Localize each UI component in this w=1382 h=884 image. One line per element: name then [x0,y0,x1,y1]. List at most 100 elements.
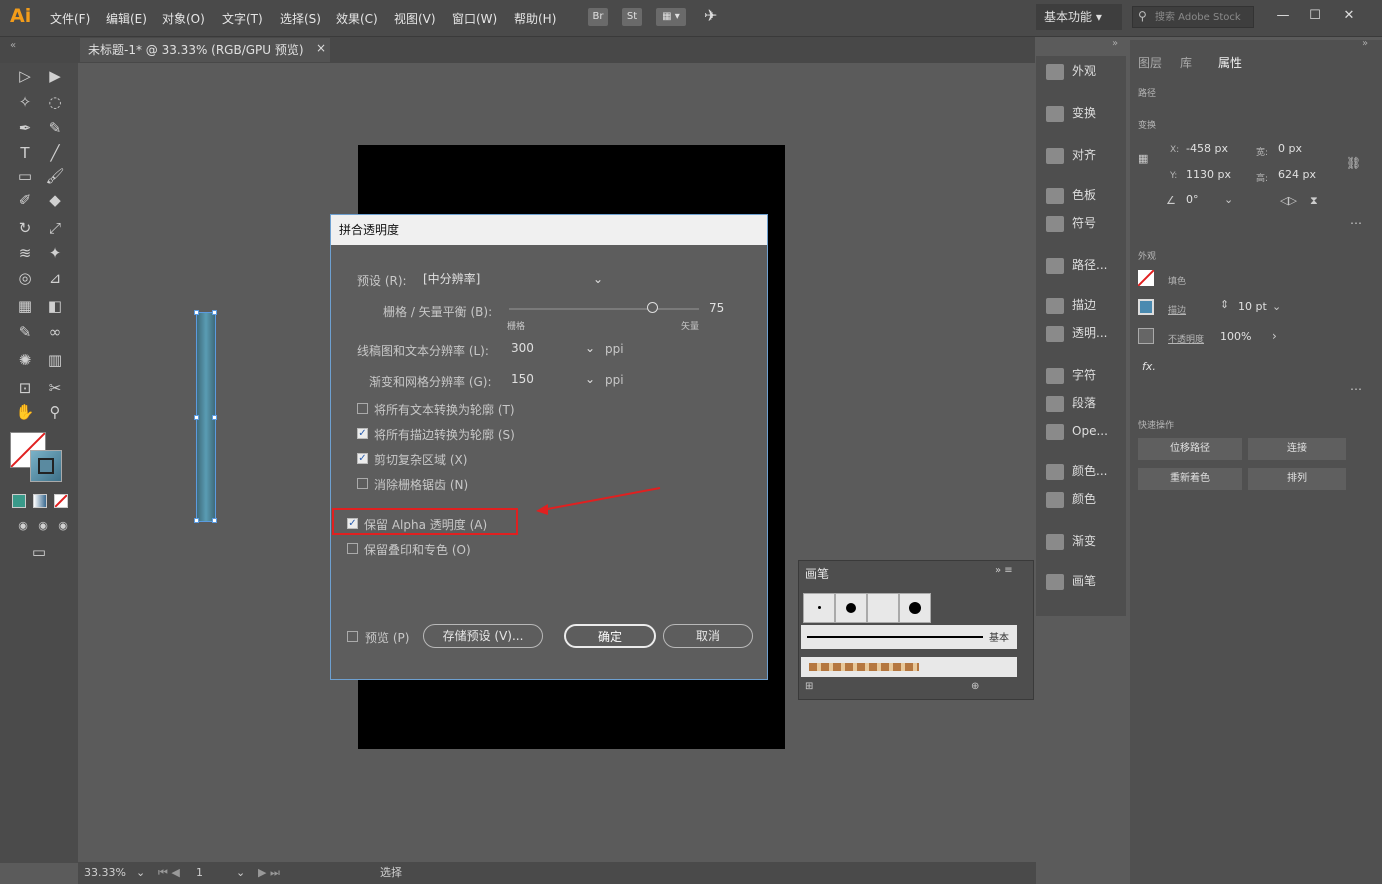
convert-text-outlines-checkbox[interactable] [357,403,368,414]
zoom-level[interactable]: 33.33% [84,862,126,884]
bridge-icon[interactable]: Br [588,8,608,26]
join-button[interactable]: 连接 [1248,438,1346,460]
artboard-nav-next-icon[interactable]: ▶ ⏭ [258,862,280,884]
tab-libraries[interactable]: 库 [1180,54,1192,71]
flip-horizontal-icon[interactable]: ◁▷ [1280,194,1297,207]
shaper-tool-icon[interactable]: ✐ [14,190,36,210]
brush-library-icon[interactable]: ⊞ [805,681,813,692]
menu-view[interactable]: 视图(V) [394,10,436,27]
stroke-weight-stepper-icon[interactable]: ⇕ [1220,298,1229,311]
artboard-tool-icon[interactable]: ⊡ [14,378,36,398]
magic-wand-tool-icon[interactable]: ✧ [14,92,36,112]
stroke-color-swatch[interactable] [1138,299,1154,315]
x-field[interactable]: -458 px [1186,142,1228,155]
brush-dot-medium[interactable] [835,593,867,623]
artboard-nav-prev-icon[interactable]: ⏮ ◀ [158,862,180,884]
collapse-dock-icon[interactable]: » [1112,38,1118,49]
chevron-down-icon[interactable]: ⌄ [1272,300,1281,313]
tab-layers[interactable]: 图层 [1138,54,1162,71]
rotate-tool-icon[interactable]: ↻ [14,218,36,238]
brush-dot-large[interactable] [899,593,931,623]
stroke-weight-field[interactable]: 10 pt [1238,300,1267,313]
panel-character[interactable]: 字符 [1046,362,1128,388]
close-window-button[interactable]: ✕ [1336,8,1362,26]
blend-tool-icon[interactable]: ∞ [44,322,66,342]
minimize-button[interactable]: — [1270,8,1296,26]
selection-handle[interactable] [212,310,217,315]
new-brush-icon[interactable]: ⊕ [971,681,979,692]
menu-edit[interactable]: 编辑(E) [106,10,147,27]
menu-type[interactable]: 文字(T) [222,10,263,27]
selection-handle[interactable] [212,415,217,420]
rectangle-tool-icon[interactable]: ▭ [14,166,36,186]
ok-button[interactable]: 确定 [564,624,656,648]
link-icon[interactable]: ⛓ [1346,156,1361,170]
workspace-switcher[interactable]: 基本功能 ▾ [1036,4,1122,30]
arrange-button[interactable]: 排列 [1248,468,1346,490]
chevron-down-icon[interactable]: ⌄ [136,862,145,884]
line-tool-icon[interactable]: ╱ [44,143,66,163]
more-options-icon[interactable]: ⋯ [1350,216,1362,230]
brush-basic[interactable]: 基本 [801,625,1017,649]
panel-opentype[interactable]: Ope... [1046,418,1128,444]
mesh-tool-icon[interactable]: ▦ [14,296,36,316]
type-tool-icon[interactable]: T [14,143,36,163]
panel-appearance[interactable]: 外观 [1046,58,1128,84]
maximize-button[interactable]: ☐ [1302,8,1328,26]
stroke-swatch[interactable] [30,450,62,482]
chevron-right-icon[interactable]: › [1272,329,1277,343]
panel-align[interactable]: 对齐 [1046,142,1128,168]
balance-slider-track[interactable] [509,308,699,310]
rocket-icon[interactable]: ✈ [704,6,717,25]
menu-select[interactable]: 选择(S) [280,10,321,27]
screen-mode-icon[interactable]: ▭ [28,542,50,562]
scale-tool-icon[interactable]: ⤢ [44,218,66,238]
y-field[interactable]: 1130 px [1186,168,1231,181]
opacity-label[interactable]: 不透明度 [1168,332,1204,345]
curvature-tool-icon[interactable]: ✎ [44,118,66,138]
angle-field[interactable]: 0° [1186,193,1199,206]
panel-transparency[interactable]: 透明... [1046,320,1128,346]
menu-file[interactable]: 文件(F) [50,10,90,27]
preview-checkbox[interactable] [347,631,358,642]
brush-empty[interactable] [867,593,899,623]
panel-menu-icon[interactable]: » ≡ [995,565,1013,576]
column-graph-tool-icon[interactable]: ▥ [44,350,66,370]
panel-transform[interactable]: 变换 [1046,100,1128,126]
selection-handle[interactable] [194,518,199,523]
stock-search-input[interactable]: 搜索 Adobe Stock [1132,6,1254,28]
reference-point-icon[interactable]: ▦ [1138,152,1148,165]
selection-handle[interactable] [194,310,199,315]
paintbrush-tool-icon[interactable]: 🖌 [44,166,66,186]
selection-tool-icon[interactable]: ▷ [14,66,36,86]
panel-swatches[interactable]: 色板 [1046,182,1128,208]
width-tool-icon[interactable]: ≋ [14,243,36,263]
draw-inside-icon[interactable]: ◉ [52,516,74,536]
selection-handle[interactable] [212,518,217,523]
recolor-button[interactable]: 重新着色 [1138,468,1242,490]
panel-paragraph[interactable]: 段落 [1046,390,1128,416]
panel-symbols[interactable]: 符号 [1046,210,1128,236]
panel-gradient[interactable]: 渐变 [1046,528,1128,554]
chevron-down-icon[interactable]: ⌄ [236,862,245,884]
slice-tool-icon[interactable]: ✂ [44,378,66,398]
lineart-resolution-field[interactable]: 300 ⌄ [507,338,599,358]
none-mode-icon[interactable] [54,494,68,508]
panel-color[interactable]: 颜色 [1046,486,1128,512]
panel-stroke[interactable]: 描边 [1046,292,1128,318]
panel-brushes[interactable]: 画笔 [1046,568,1128,594]
zoom-tool-icon[interactable]: ⚲ [44,402,66,422]
h-field[interactable]: 624 px [1278,168,1316,181]
close-icon[interactable]: × [316,41,326,55]
stock-icon[interactable]: St [622,8,642,26]
draw-behind-icon[interactable]: ◉ [32,516,54,536]
convert-strokes-outlines-checkbox[interactable]: ✓ [357,428,368,439]
w-field[interactable]: 0 px [1278,142,1302,155]
flip-vertical-icon[interactable]: ⧗ [1310,194,1318,208]
save-preset-button[interactable]: 存储预设 (V)... [423,624,543,648]
balance-value[interactable]: 75 [709,301,724,315]
panel-color-guide[interactable]: 颜色... [1046,458,1128,484]
brush-pattern[interactable] [801,657,1017,677]
arrange-documents-icon[interactable]: ▦ ▾ [656,8,686,26]
gradient-mode-icon[interactable] [33,494,47,508]
